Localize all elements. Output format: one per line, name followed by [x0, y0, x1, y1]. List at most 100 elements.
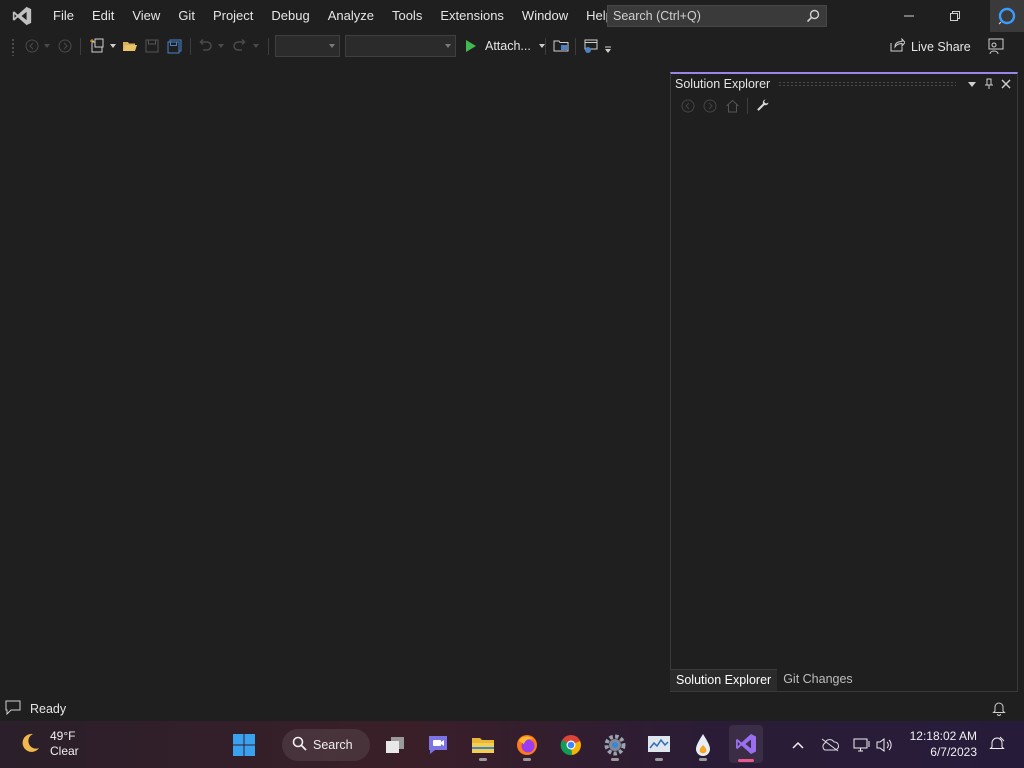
notifications-bell-icon[interactable]: [992, 701, 1006, 719]
chevron-down-icon: [329, 44, 335, 48]
navigate-back-dropdown-icon[interactable]: [41, 37, 53, 55]
close-icon[interactable]: [998, 76, 1014, 92]
weather-description: Clear: [50, 744, 79, 758]
window-position-dropdown-icon[interactable]: [964, 76, 980, 92]
toolbar-separator: [80, 38, 81, 55]
file-explorer-icon: [472, 738, 494, 753]
speaker-icon: [876, 738, 892, 752]
output-window-icon[interactable]: [5, 700, 21, 718]
water-drop-icon: [696, 734, 710, 756]
running-indicator: [738, 759, 754, 762]
title-bar: File Edit View Git Project Debug Analyze…: [0, 0, 1024, 32]
toolbar-grip[interactable]: [11, 37, 15, 56]
solution-configuration-select[interactable]: [275, 35, 340, 57]
home-icon[interactable]: [721, 95, 743, 117]
search-input[interactable]: Search (Ctrl+Q): [607, 5, 827, 27]
save-icon[interactable]: [143, 37, 161, 55]
volume-tray[interactable]: [874, 735, 896, 755]
notification-center-button[interactable]: [986, 734, 1008, 754]
toolbar-overflow-icon[interactable]: [601, 40, 615, 58]
solution-explorer-toolbar: [671, 94, 1017, 118]
menu-analyze[interactable]: Analyze: [319, 0, 383, 32]
task-view-button[interactable]: [378, 728, 412, 762]
attach-label: Attach...: [485, 39, 531, 53]
chevron-down-icon: [445, 44, 451, 48]
onedrive-tray[interactable]: [819, 735, 841, 755]
minimize-button[interactable]: [886, 0, 932, 32]
menu-file[interactable]: File: [44, 0, 83, 32]
visual-studio-icon: [736, 734, 756, 754]
network-tray[interactable]: [851, 735, 873, 755]
menu-debug[interactable]: Debug: [262, 0, 318, 32]
restore-button[interactable]: [932, 0, 978, 32]
start-button[interactable]: [227, 728, 261, 762]
taskbar-search-button[interactable]: Search: [282, 729, 370, 761]
window-layout-icon[interactable]: [582, 37, 600, 55]
teams-chat-app[interactable]: [421, 728, 455, 762]
attach-button[interactable]: Attach...: [463, 36, 545, 56]
firefox-app[interactable]: [510, 728, 544, 762]
save-all-icon[interactable]: [165, 37, 183, 55]
open-folder-icon[interactable]: [121, 37, 139, 55]
windows-logo-icon: [233, 734, 255, 756]
visual-studio-app[interactable]: [729, 725, 763, 763]
redo-dropdown-icon[interactable]: [250, 37, 262, 55]
settings-app[interactable]: [598, 728, 632, 762]
dropper-app[interactable]: [686, 728, 720, 762]
new-item-dropdown-icon[interactable]: [107, 37, 119, 55]
firefox-icon: [517, 735, 537, 755]
taskbar-clock[interactable]: 12:18:02 AM 6/7/2023: [910, 728, 977, 760]
status-text: Ready: [30, 702, 67, 716]
navigate-back-icon[interactable]: [23, 37, 41, 55]
chrome-app[interactable]: [554, 728, 588, 762]
navigate-forward-icon[interactable]: [56, 37, 74, 55]
file-explorer-app[interactable]: [466, 728, 500, 762]
redo-icon[interactable]: [231, 37, 249, 55]
tool-window-tabs: Solution Explorer Git Changes: [670, 669, 859, 691]
solution-platform-select[interactable]: [345, 35, 456, 57]
status-bar: Ready: [0, 697, 1024, 721]
chrome-icon: [560, 735, 581, 756]
menu-view[interactable]: View: [123, 0, 169, 32]
weather-widget[interactable]: 49°F Clear: [18, 729, 79, 759]
share-icon: [890, 37, 906, 55]
menu-tools[interactable]: Tools: [383, 0, 431, 32]
onedrive-cloud-icon: [821, 738, 839, 752]
panel-drag-grip[interactable]: [778, 81, 956, 87]
solution-explorer-panel: Solution Explorer: [670, 72, 1018, 692]
toolbar-separator: [545, 38, 546, 55]
back-icon[interactable]: [677, 95, 699, 117]
menu-project[interactable]: Project: [204, 0, 262, 32]
feedback-icon[interactable]: [987, 38, 1005, 59]
search-icon: [292, 736, 307, 754]
tab-git-changes[interactable]: Git Changes: [777, 669, 858, 691]
new-project-icon[interactable]: [88, 37, 106, 55]
moon-icon: [18, 731, 42, 758]
task-view-icon: [386, 737, 404, 753]
live-share-button[interactable]: Live Share: [890, 37, 971, 55]
menu-git[interactable]: Git: [169, 0, 204, 32]
running-indicator: [611, 758, 619, 761]
copilot-icon: [998, 7, 1016, 25]
forward-icon[interactable]: [699, 95, 721, 117]
pin-icon[interactable]: [981, 76, 997, 92]
minimize-icon: [904, 15, 914, 17]
visual-studio-logo-icon[interactable]: [0, 0, 44, 32]
toolbar-separator: [747, 98, 748, 114]
menu-window[interactable]: Window: [513, 0, 577, 32]
resource-monitor-app[interactable]: [642, 728, 676, 762]
tab-solution-explorer[interactable]: Solution Explorer: [670, 669, 778, 691]
browse-folder-icon[interactable]: [552, 37, 570, 55]
close-button[interactable]: [990, 0, 1024, 32]
clock-date: 6/7/2023: [930, 745, 977, 759]
chevron-down-icon[interactable]: [538, 44, 545, 48]
search-placeholder: Search (Ctrl+Q): [613, 9, 701, 23]
properties-wrench-icon[interactable]: [752, 95, 774, 117]
show-hidden-icons-button[interactable]: [787, 735, 809, 755]
menu-extensions[interactable]: Extensions: [431, 0, 513, 32]
undo-icon[interactable]: [196, 37, 214, 55]
play-icon: [466, 40, 476, 52]
toolbar-separator: [268, 38, 269, 55]
undo-dropdown-icon[interactable]: [215, 37, 227, 55]
menu-edit[interactable]: Edit: [83, 0, 123, 32]
